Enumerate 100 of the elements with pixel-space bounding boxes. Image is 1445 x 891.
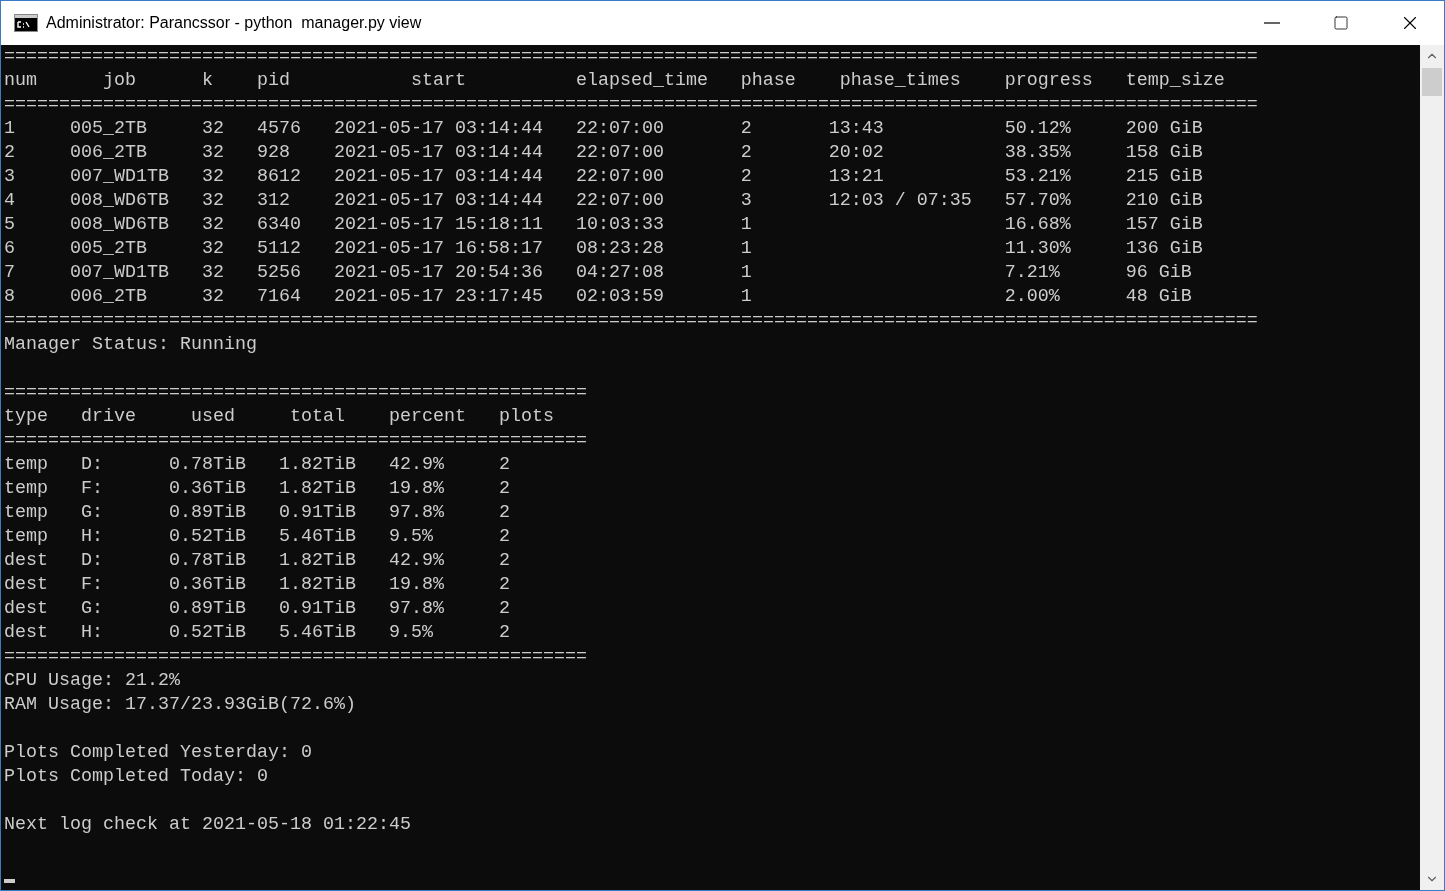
column-header: total — [288, 405, 345, 429]
table-cell: 2021-05-17 23:17:45 — [333, 285, 543, 309]
column-header: start — [409, 69, 466, 93]
table-cell: 5256 — [256, 261, 301, 285]
column-header: plots — [498, 405, 554, 429]
plots-today-text: Plots Completed Today: 0 — [4, 765, 268, 789]
table-cell: 2 — [498, 549, 510, 573]
table-cell: 005_2TB — [70, 237, 147, 261]
table-cell: 312 — [256, 189, 290, 213]
table-cell: 0.52TiB — [168, 621, 246, 645]
cpu-usage-text: CPU Usage: 21.2% — [4, 669, 180, 693]
table-cell: 0.36TiB — [168, 477, 246, 501]
separator-line: ===================================================== — [4, 645, 587, 669]
table-cell: dest — [4, 597, 48, 621]
table-cell: 7164 — [256, 285, 301, 309]
table-cell: 42.9% — [388, 549, 444, 573]
table-cell: 2021-05-17 15:18:11 — [333, 213, 543, 237]
table-cell: 1.82TiB — [278, 549, 356, 573]
table-cell: 2 — [498, 525, 510, 549]
table-cell: 928 — [256, 141, 290, 165]
table-cell: 1 — [740, 237, 752, 261]
table-cell: 97.8% — [388, 597, 444, 621]
table-cell: 2 — [4, 141, 15, 165]
table-cell: F: — [81, 477, 103, 501]
maximize-icon — [1332, 15, 1349, 31]
scroll-thumb[interactable] — [1422, 68, 1442, 96]
table-cell: 2.00% — [1004, 285, 1060, 309]
table-cell: 006_2TB — [70, 285, 147, 309]
table-cell: 005_2TB — [70, 117, 147, 141]
table-cell: 32 — [201, 285, 224, 309]
table-cell: 0.36TiB — [168, 573, 246, 597]
column-header: progress — [1004, 69, 1093, 93]
column-header: percent — [388, 405, 466, 429]
table-cell: 8612 — [256, 165, 301, 189]
table-cell: 7 — [4, 261, 15, 285]
column-header: used — [189, 405, 235, 429]
table-cell: D: — [81, 549, 103, 573]
table-cell: 97.8% — [388, 501, 444, 525]
column-header: drive — [81, 405, 136, 429]
table-cell: 32 — [201, 237, 224, 261]
table-cell: 4576 — [256, 117, 301, 141]
table-cell: 136 GiB — [1125, 237, 1203, 261]
window-title: Administrator: Parancssor - python manager.py view — [46, 14, 423, 32]
table-cell: dest — [4, 621, 48, 645]
table-cell: 1 — [740, 261, 752, 285]
table-cell: 1 — [740, 285, 752, 309]
table-cell: 008_WD6TB — [70, 213, 169, 237]
table-cell: 007_WD1TB — [70, 165, 169, 189]
table-cell: 0.89TiB — [168, 597, 246, 621]
table-cell: 42.9% — [388, 453, 444, 477]
table-cell: H: — [81, 621, 103, 645]
log-check-text: Next log check at 2021-05-18 01:22:45 — [4, 813, 411, 837]
table-cell: dest — [4, 573, 48, 597]
table-cell: 32 — [201, 141, 224, 165]
table-cell: F: — [81, 573, 103, 597]
table-cell: 1 — [4, 117, 15, 141]
table-cell: 38.35% — [1004, 141, 1071, 165]
table-cell: 13:43 — [828, 117, 884, 141]
table-cell: 2 — [498, 621, 510, 645]
table-cell: 19.8% — [388, 573, 444, 597]
table-cell: 08:23:28 — [575, 237, 664, 261]
table-cell: 1 — [740, 213, 752, 237]
table-cell: 0.52TiB — [168, 525, 246, 549]
table-cell: dest — [4, 549, 48, 573]
table-cell: 5.46TiB — [278, 621, 356, 645]
table-cell: 2 — [498, 477, 510, 501]
table-cell: temp — [4, 525, 48, 549]
table-cell: 32 — [201, 213, 224, 237]
table-cell: 53.21% — [1004, 165, 1071, 189]
table-cell: 200 GiB — [1125, 117, 1203, 141]
table-cell: 5112 — [256, 237, 301, 261]
table-cell: 5.46TiB — [278, 525, 356, 549]
table-cell: 32 — [201, 261, 224, 285]
table-cell: 2 — [498, 453, 510, 477]
table-cell: 008_WD6TB — [70, 189, 169, 213]
column-header: phase_times — [838, 69, 961, 93]
table-cell: 32 — [201, 189, 224, 213]
table-cell: temp — [4, 501, 48, 525]
column-header: pid — [256, 69, 290, 93]
column-header: phase — [740, 69, 796, 93]
table-cell: 22:07:00 — [575, 189, 664, 213]
table-cell: 8 — [4, 285, 15, 309]
table-cell: 7.21% — [1004, 261, 1060, 285]
plots-yesterday-text: Plots Completed Yesterday: 0 — [4, 741, 312, 765]
table-cell: 12:03 / 07:35 — [828, 189, 972, 213]
table-cell: 0.78TiB — [168, 549, 246, 573]
table-cell: 2021-05-17 03:14:44 — [333, 117, 543, 141]
separator-line: ================================================================================================================== — [4, 93, 1258, 117]
table-cell: 4 — [4, 189, 15, 213]
table-cell: 215 GiB — [1125, 165, 1203, 189]
table-cell: 9.5% — [388, 525, 433, 549]
table-cell: 007_WD1TB — [70, 261, 169, 285]
separator-line: ================================================================================================================== — [4, 309, 1258, 333]
table-cell: 6 — [4, 237, 15, 261]
scrollbar[interactable] — [1420, 45, 1444, 890]
table-cell: 210 GiB — [1125, 189, 1203, 213]
table-cell: 10:03:33 — [575, 213, 664, 237]
separator-line: ===================================================== — [4, 381, 587, 405]
table-cell: 2 — [498, 597, 510, 621]
table-cell: 1.82TiB — [278, 573, 356, 597]
